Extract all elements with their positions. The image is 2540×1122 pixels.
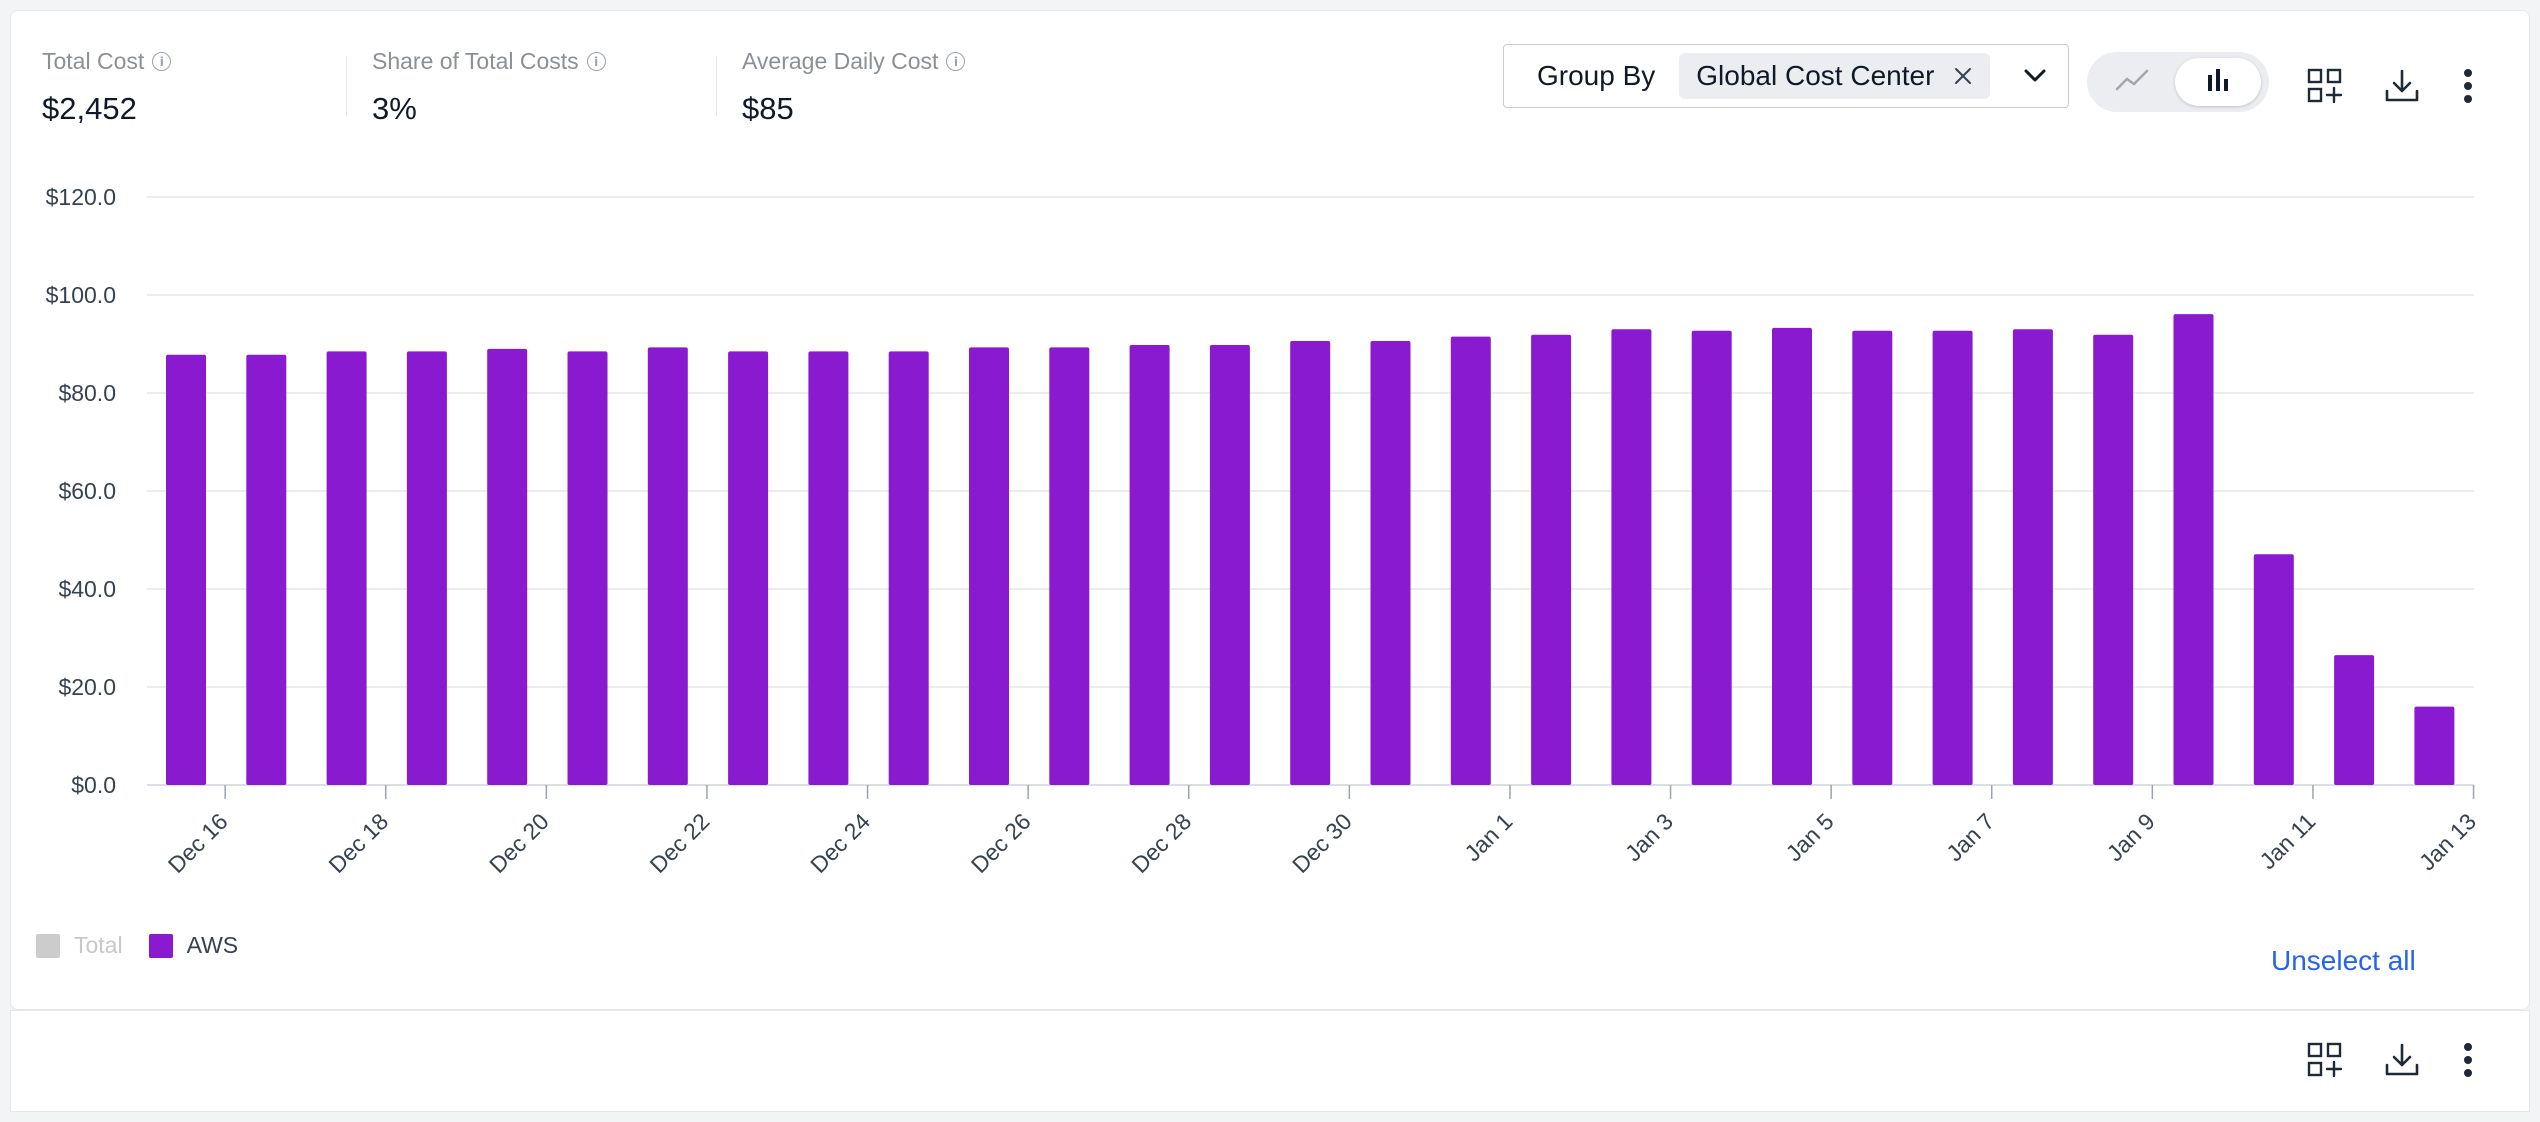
y-tick-label: $120.0: [46, 184, 116, 210]
bar: [326, 351, 367, 785]
secondary-card: [10, 1010, 2530, 1112]
bar: [728, 351, 769, 785]
y-tick-label: $100.0: [46, 282, 116, 308]
x-tick-label: Dec 26: [966, 808, 1036, 878]
x-tick-label: Jan 3: [1620, 808, 1678, 866]
bar: [406, 351, 447, 785]
x-tick-label: Dec 16: [163, 808, 233, 878]
y-tick-label: $20.0: [58, 674, 116, 700]
bar: [567, 351, 608, 785]
bar: [808, 351, 849, 785]
bar: [2253, 554, 2294, 785]
bar: [2012, 329, 2053, 785]
legend-label: AWS: [186, 932, 239, 958]
download-icon[interactable]: [2378, 1036, 2426, 1084]
y-tick-label: $80.0: [58, 380, 116, 406]
bar: [1691, 330, 1732, 785]
bar: [647, 347, 688, 785]
bar: [2093, 334, 2134, 785]
x-tick-label: Dec 30: [1287, 808, 1357, 878]
bar: [1531, 334, 1572, 785]
legend-swatch: [36, 933, 60, 958]
x-tick-label: Dec 18: [323, 808, 393, 878]
x-tick-label: Jan 5: [1781, 808, 1839, 866]
x-tick-label: Jan 7: [1941, 808, 1999, 866]
bar: [1209, 344, 1250, 785]
bar: [1290, 341, 1331, 785]
bar: [888, 351, 929, 785]
y-tick-label: $0.0: [71, 772, 116, 798]
legend-swatch: [148, 933, 173, 958]
bar: [1772, 327, 1812, 785]
x-tick-label: Jan 1: [1459, 808, 1517, 866]
bar: [2173, 314, 2214, 785]
legend-item-aws[interactable]: AWS: [148, 932, 239, 959]
x-tick-label: Dec 28: [1126, 808, 1196, 878]
bar: [1049, 347, 1090, 785]
bar: [1932, 330, 1973, 785]
bar: [1370, 341, 1411, 785]
x-tick-label: Jan 11: [2254, 808, 2320, 874]
x-tick-label: Dec 22: [645, 808, 715, 878]
more-vertical-icon[interactable]: [2446, 1036, 2490, 1084]
unselect-all-link[interactable]: Unselect all: [2271, 945, 2416, 977]
bar: [166, 354, 206, 785]
bar: [487, 348, 528, 785]
bar: [2334, 655, 2375, 785]
x-tick-label: Dec 20: [484, 808, 554, 878]
legend-label: Total: [74, 932, 123, 958]
bar-chart: $0.0 $20.0 $40.0 $60.0 $80.0 $100.0 $120.0 Dec …: [46, 184, 2481, 878]
bar: [1852, 330, 1893, 785]
x-tick-label: Dec 24: [805, 808, 875, 878]
y-tick-label: $60.0: [58, 478, 116, 504]
bar: [1611, 329, 1652, 785]
chart-legend: Total AWS: [36, 932, 264, 959]
x-tick-label: Jan 9: [2102, 808, 2160, 866]
x-tick-label: Jan 13: [2414, 808, 2481, 875]
y-tick-label: $40.0: [58, 576, 116, 602]
add-to-dashboard-icon[interactable]: [2301, 1036, 2349, 1084]
bar: [1450, 336, 1491, 785]
bar: [2414, 706, 2455, 785]
bar: [969, 347, 1009, 785]
legend-item-total[interactable]: Total: [36, 932, 123, 959]
bar: [246, 354, 287, 785]
bar: [1129, 344, 1170, 785]
